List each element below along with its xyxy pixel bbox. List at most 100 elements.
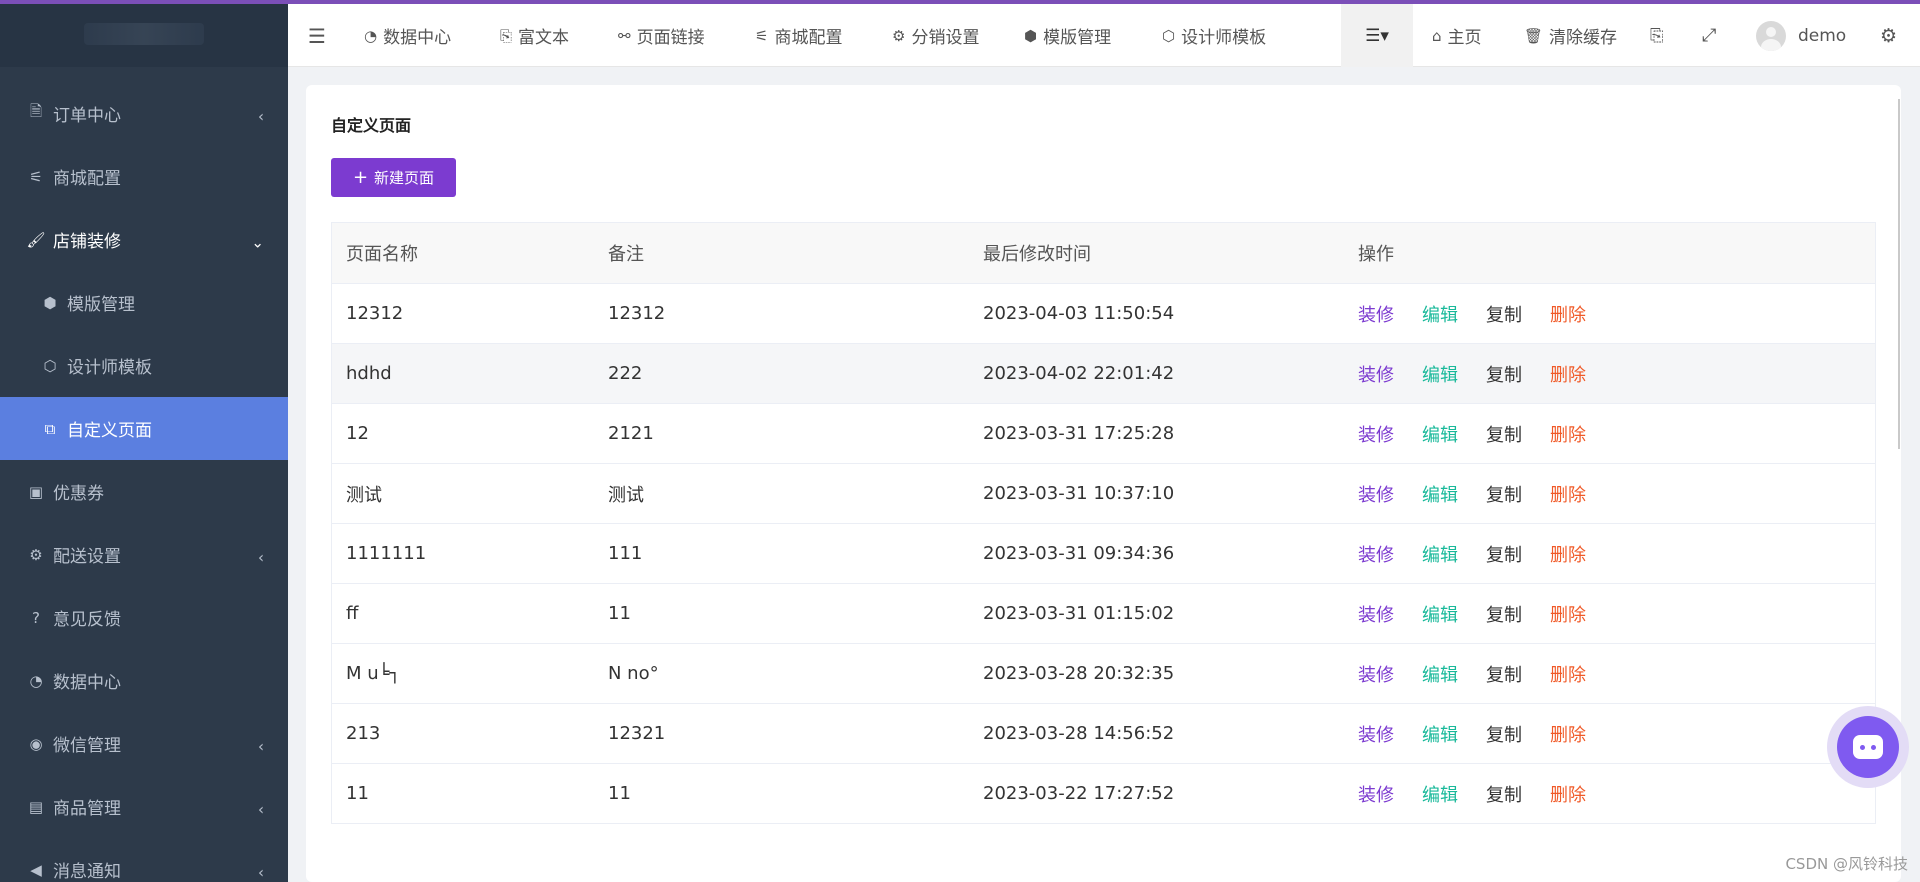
cell-last-modified: 2023-03-22 17:27:52 — [983, 783, 1175, 804]
edit-link[interactable]: 编辑 — [1422, 601, 1458, 627]
clear-cache-label: 清除缓存 — [1549, 28, 1618, 48]
chat-widget-button[interactable] — [1827, 706, 1909, 788]
page-title: 自定义页面 — [331, 116, 412, 135]
unlink-icon: ⚯ — [618, 26, 631, 45]
home-link[interactable]: ⌂ 主页 — [1432, 4, 1482, 67]
decorate-link[interactable]: 装修 — [1358, 601, 1394, 627]
delete-link[interactable]: 删除 — [1550, 661, 1586, 687]
header-actions: 操作 — [1358, 244, 1394, 265]
table-row: 12312 12312 2023-04-03 11:50:54 装修 编辑 复制… — [332, 284, 1875, 344]
copy-link[interactable]: 复制 — [1486, 661, 1522, 687]
sidebar-item-label: 意见反馈 — [53, 610, 121, 630]
copy-link[interactable]: 复制 — [1486, 361, 1522, 387]
decorate-link[interactable]: 装修 — [1358, 781, 1394, 807]
sidebar-item-coupons[interactable]: ▣ 优惠券 — [0, 460, 288, 523]
edit-link[interactable]: 编辑 — [1422, 481, 1458, 507]
delete-link[interactable]: 删除 — [1550, 721, 1586, 747]
table-row: 1111111 111 2023-03-31 09:34:36 装修 编辑 复制… — [332, 524, 1875, 584]
user-menu[interactable]: demo — [1756, 4, 1846, 67]
sidebar-item-feedback[interactable]: ? 意见反馈 — [0, 586, 288, 649]
topnav-template-management[interactable]: ⬢ 模版管理 — [1024, 4, 1111, 67]
archive-icon: ▤ — [28, 797, 44, 816]
topnav-label: 设计师模板 — [1181, 28, 1267, 48]
cell-page-name: hdhd — [346, 363, 392, 384]
new-page-button[interactable]: + 新建页面 — [331, 158, 456, 197]
clear-cache-button[interactable]: 🗑 清除缓存 — [1524, 4, 1617, 67]
home-label: 主页 — [1447, 28, 1482, 48]
cell-actions: 装修 编辑 复制 删除 — [1358, 764, 1614, 823]
sidebar-item-data-center[interactable]: ◔ 数据中心 — [0, 649, 288, 712]
edit-link[interactable]: 编辑 — [1422, 541, 1458, 567]
topnav-label: 商城配置 — [774, 28, 843, 48]
topnav-designer-templates[interactable]: ⬡ 设计师模板 — [1162, 4, 1266, 67]
cell-page-name: 1111111 — [346, 543, 427, 564]
decorate-link[interactable]: 装修 — [1358, 721, 1394, 747]
gears-icon: ⚙ — [1880, 24, 1898, 47]
money-icon: ▣ — [28, 482, 44, 501]
delete-link[interactable]: 删除 — [1550, 421, 1586, 447]
sidebar-item-label: 微信管理 — [53, 736, 121, 756]
delete-link[interactable]: 删除 — [1550, 541, 1586, 567]
copy-link[interactable]: 复制 — [1486, 601, 1522, 627]
sidebar-item-template-management[interactable]: ⬢ 模版管理 — [0, 271, 288, 334]
scrollbar[interactable] — [1897, 99, 1901, 449]
edit-link[interactable]: 编辑 — [1422, 421, 1458, 447]
decorate-link[interactable]: 装修 — [1358, 361, 1394, 387]
decorate-link[interactable]: 装修 — [1358, 661, 1394, 687]
sidebar-item-custom-pages[interactable]: ⧉ 自定义页面 — [0, 397, 288, 460]
decorate-link[interactable]: 装修 — [1358, 481, 1394, 507]
decorate-link[interactable]: 装修 — [1358, 421, 1394, 447]
sidebar-item-products[interactable]: ▤ 商品管理 ‹ — [0, 775, 288, 838]
edit-link[interactable]: 编辑 — [1422, 301, 1458, 327]
decorate-link[interactable]: 装修 — [1358, 541, 1394, 567]
sidebar-item-delivery-settings[interactable]: ⚙ 配送设置 ‹ — [0, 523, 288, 586]
sidebar-item-label: 设计师模板 — [67, 358, 152, 378]
edit-link[interactable]: 编辑 — [1422, 661, 1458, 687]
topnav-distribution-settings[interactable]: ⚙ 分销设置 — [892, 4, 979, 67]
copy-link[interactable]: 复制 — [1486, 481, 1522, 507]
sidebar-item-orders[interactable]: 🗎 订单中心 ‹ — [0, 82, 288, 145]
sidebar-item-designer-templates[interactable]: ⬡ 设计师模板 — [0, 334, 288, 397]
sidebar-toggle-button[interactable]: ☰ — [308, 4, 326, 67]
cell-note: 12321 — [608, 723, 666, 744]
translate-button[interactable]: ⎘ — [1650, 4, 1664, 67]
delete-link[interactable]: 删除 — [1550, 361, 1586, 387]
edit-link[interactable]: 编辑 — [1422, 361, 1458, 387]
edit-link[interactable]: 编辑 — [1422, 781, 1458, 807]
delete-link[interactable]: 删除 — [1550, 781, 1586, 807]
dashboard-icon: ◔ — [364, 26, 378, 45]
sidebar-item-mall-config[interactable]: ⚟ 商城配置 — [0, 145, 288, 208]
list-dropdown-button[interactable]: ☰▾ — [1341, 4, 1413, 67]
cell-note: 222 — [608, 363, 643, 384]
edit-link[interactable]: 编辑 — [1422, 721, 1458, 747]
copy-link[interactable]: 复制 — [1486, 721, 1522, 747]
delete-link[interactable]: 删除 — [1550, 601, 1586, 627]
cell-last-modified: 2023-04-03 11:50:54 — [983, 303, 1175, 324]
chevron-down-icon: ⌄ — [251, 233, 264, 252]
table-row: M u╘┐ N no° 2023-03-28 20:32:35 装修 编辑 复制… — [332, 644, 1875, 704]
copy-link[interactable]: 复制 — [1486, 781, 1522, 807]
decorate-link[interactable]: 装修 — [1358, 301, 1394, 327]
delete-link[interactable]: 删除 — [1550, 481, 1586, 507]
sidebar-item-wechat[interactable]: ◉ 微信管理 ‹ — [0, 712, 288, 775]
copy-link[interactable]: 复制 — [1486, 301, 1522, 327]
delete-link[interactable]: 删除 — [1550, 301, 1586, 327]
topnav-data-center[interactable]: ◔ 数据中心 — [364, 4, 451, 67]
scrollbar-thumb[interactable] — [1898, 99, 1900, 449]
topnav-page-links[interactable]: ⚯ 页面链接 — [618, 4, 705, 67]
home-icon: ⌂ — [1432, 26, 1442, 45]
topnav-label: 页面链接 — [636, 28, 705, 48]
copy-link[interactable]: 复制 — [1486, 541, 1522, 567]
fullscreen-button[interactable]: ⤢ — [1702, 4, 1716, 67]
copy-link[interactable]: 复制 — [1486, 421, 1522, 447]
logo[interactable] — [0, 0, 288, 67]
topnav-mall-config[interactable]: ⚟ 商城配置 — [755, 4, 842, 67]
list-caret-icon: ☰▾ — [1365, 25, 1389, 46]
settings-button[interactable]: ⚙ — [1880, 4, 1897, 67]
sidebar-item-notifications[interactable]: ◀ 消息通知 ‹ — [0, 838, 288, 882]
topnav-rich-text[interactable]: ⎘ 富文本 — [500, 4, 569, 67]
cell-actions: 装修 编辑 复制 删除 — [1358, 464, 1614, 523]
table-row: 测试 测试 2023-03-31 10:37:10 装修 编辑 复制 删除 — [332, 464, 1875, 524]
sidebar-item-label: 配送设置 — [53, 547, 121, 567]
sidebar-item-shop-decoration[interactable]: 🖌 店铺装修 ⌄ — [0, 208, 288, 271]
